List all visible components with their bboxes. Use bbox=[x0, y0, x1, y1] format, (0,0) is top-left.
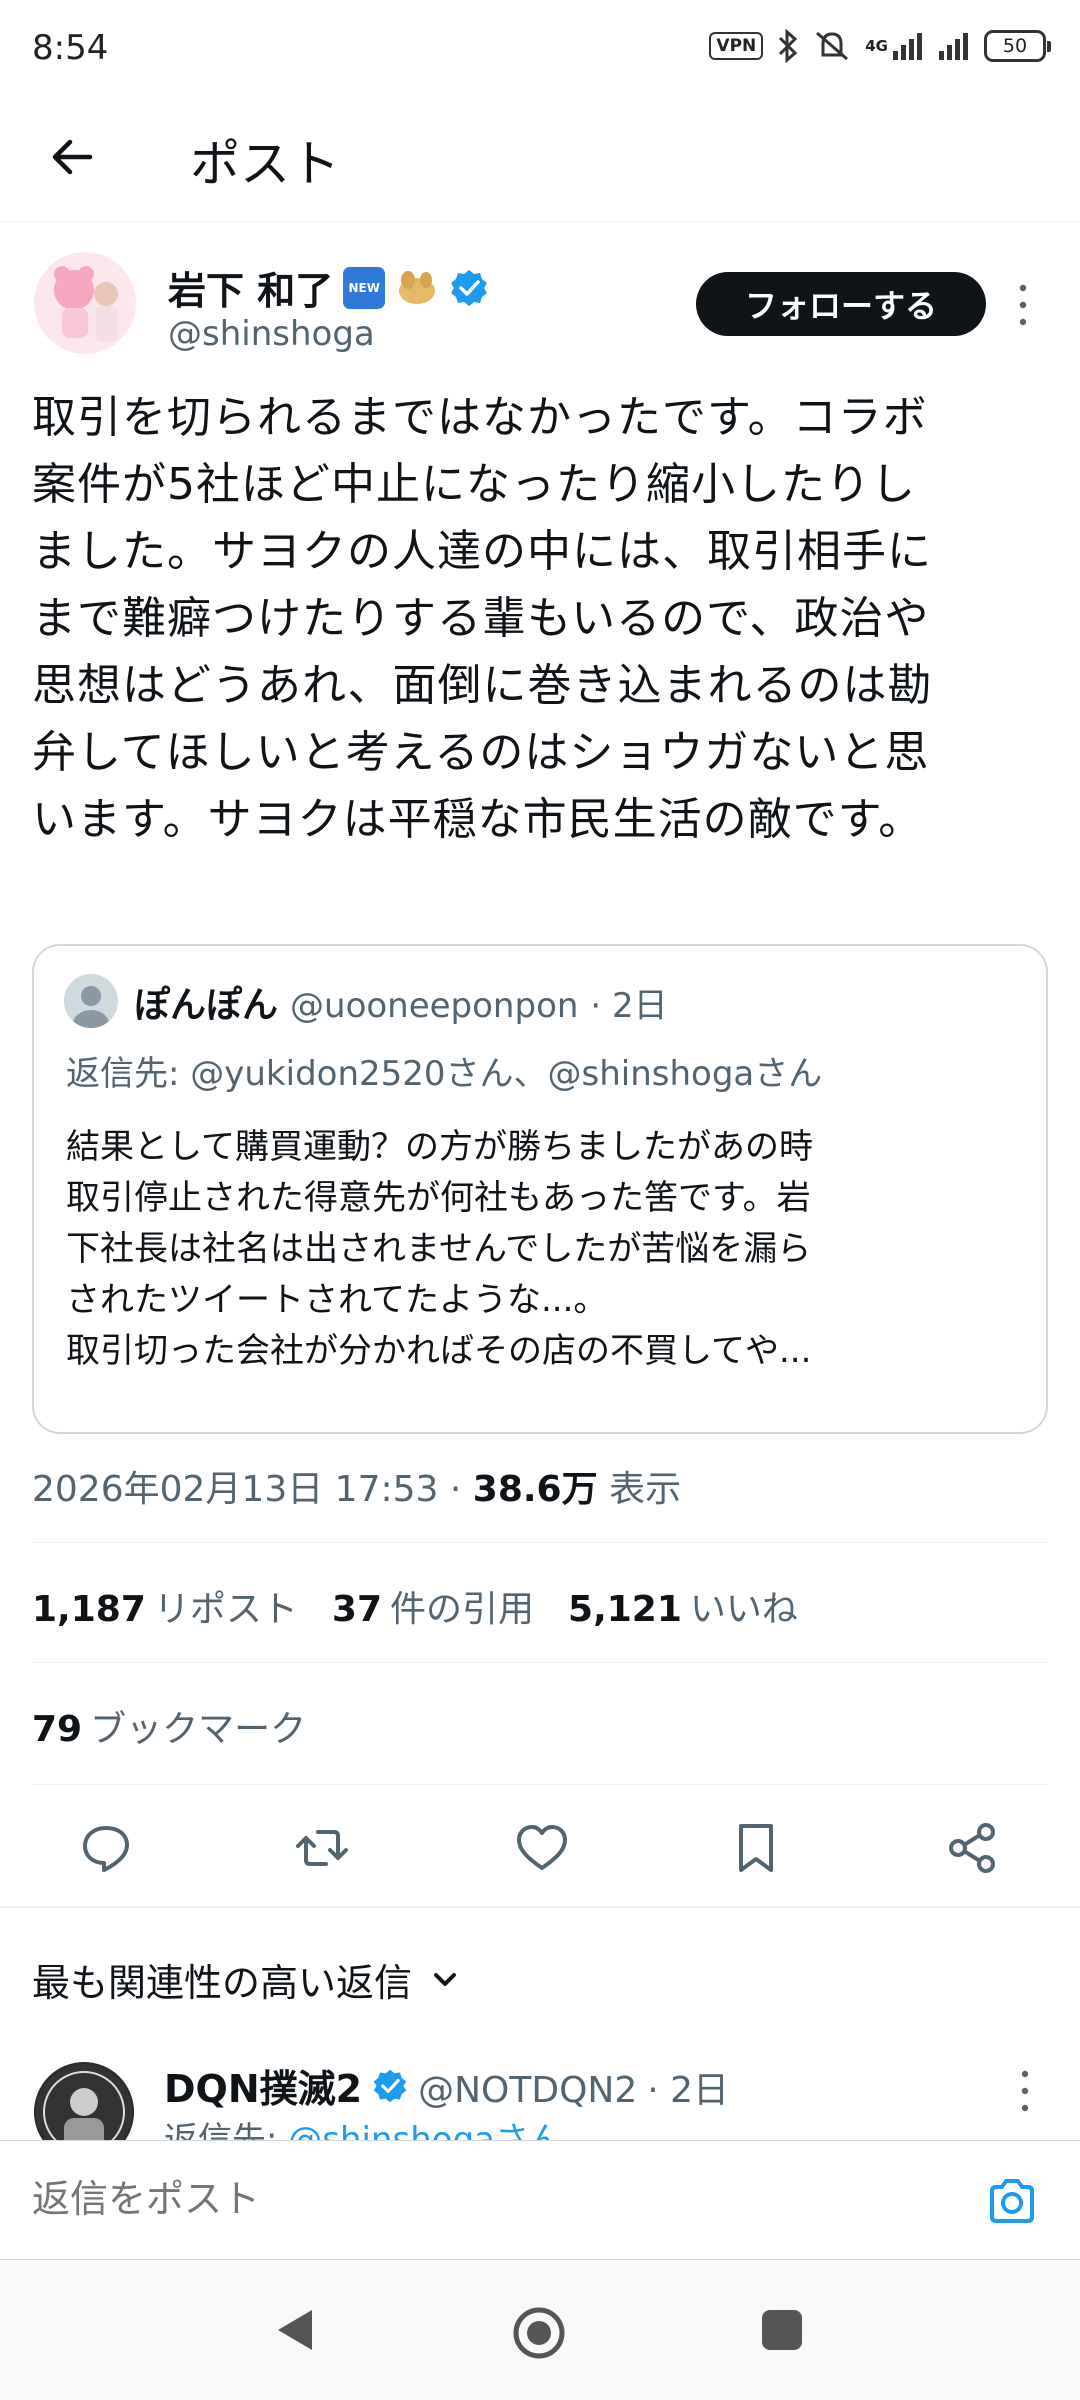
reply-sort-label: 最も関連性の高い返信 bbox=[32, 1961, 413, 2005]
reposts-label: リポスト bbox=[153, 1589, 298, 1630]
post-timestamp: 2026年02月13日 17:53 bbox=[32, 1469, 439, 1510]
bookmarks-label: ブックマーク bbox=[90, 1709, 307, 1750]
nav-home-icon[interactable] bbox=[512, 2306, 566, 2360]
nav-back-icon[interactable] bbox=[272, 2306, 316, 2354]
page-title: ポスト bbox=[190, 135, 340, 193]
likes-count: 5,121 bbox=[568, 1589, 682, 1630]
reply-input[interactable] bbox=[32, 2177, 932, 2221]
reply-author-name[interactable]: DQN撲滅2 bbox=[164, 2058, 362, 2113]
views-count: 38.6万 bbox=[472, 1469, 598, 1510]
engagement-stats: 1,187 リポスト 37 件の引用 5,121 いいね bbox=[32, 1580, 798, 1632]
network-label: 4G bbox=[865, 37, 888, 55]
quote-avatar bbox=[64, 974, 118, 1028]
author-handle[interactable]: @shinshoga bbox=[168, 314, 375, 354]
verified-icon bbox=[373, 2069, 407, 2102]
mute-icon bbox=[816, 31, 849, 61]
verified-icon bbox=[451, 269, 488, 306]
chevron-down-icon bbox=[434, 1972, 457, 1986]
quote-reply-to: 返信先: @yukidon2520さん、@shinshogaさん bbox=[66, 1054, 823, 1094]
reply-to-link[interactable]: @shinshogaさん bbox=[288, 2120, 563, 2140]
more-icon[interactable] bbox=[1016, 280, 1030, 330]
ginger-emoji-icon bbox=[399, 270, 436, 304]
reply-item[interactable]: DQN撲滅2 @NOTDQN2 · 2日 返信先: @shinshogaさん bbox=[0, 2040, 1080, 2140]
status-bar: 8:54 VPN 4G 50 bbox=[0, 0, 1080, 96]
reply-to-line: 返信先: @shinshogaさん bbox=[164, 2112, 563, 2140]
bluetooth-icon bbox=[779, 29, 798, 63]
divider bbox=[32, 1542, 1048, 1543]
author-name[interactable]: 岩下 和了 bbox=[168, 260, 333, 315]
reply-sort-selector[interactable]: 最も関連性の高い返信 bbox=[32, 1952, 462, 2007]
likes-stat[interactable]: 5,121 いいね bbox=[568, 1580, 798, 1632]
reposts-stat[interactable]: 1,187 リポスト bbox=[32, 1580, 298, 1632]
share-icon[interactable] bbox=[942, 1818, 1002, 1878]
avatar[interactable] bbox=[34, 252, 136, 354]
post-meta: 2026年02月13日 17:53 · 38.6万 表示 bbox=[32, 1460, 681, 1512]
status-time: 8:54 bbox=[32, 28, 109, 68]
vpn-icon: VPN bbox=[709, 32, 764, 60]
quotes-label: 件の引用 bbox=[390, 1589, 535, 1630]
system-nav-bar bbox=[0, 2262, 1080, 2400]
reply-time: · 2日 bbox=[647, 2070, 730, 2111]
reply-icon[interactable] bbox=[76, 1818, 136, 1878]
back-arrow-icon[interactable] bbox=[44, 129, 100, 185]
more-icon[interactable] bbox=[1018, 2066, 1032, 2116]
post-actions bbox=[0, 1808, 1080, 1888]
post-text: 取引を切られるまではなかったです。コラボ 案件が5社ほど中止になったり縮小したり… bbox=[32, 392, 933, 845]
bookmark-icon[interactable] bbox=[726, 1818, 786, 1878]
camera-icon[interactable] bbox=[984, 2173, 1040, 2229]
likes-label: いいね bbox=[689, 1589, 798, 1630]
battery-icon: 50 bbox=[984, 30, 1051, 62]
quoted-post[interactable]: ぽんぽん @uooneeponpon · 2日 返信先: @yukidon252… bbox=[32, 944, 1048, 1434]
follow-button[interactable]: フォローする bbox=[696, 272, 986, 336]
quote-time: · 2日 bbox=[590, 986, 668, 1026]
post-author: 岩下 和了 NEW @shinshoga フォローする bbox=[0, 240, 1080, 380]
quote-author-handle: @uooneeponpon bbox=[290, 986, 579, 1026]
reposts-count: 1,187 bbox=[32, 1589, 146, 1630]
reply-to-prefix: 返信先: bbox=[164, 2120, 289, 2140]
repost-icon[interactable] bbox=[292, 1818, 352, 1878]
meta-separator: · bbox=[449, 1469, 473, 1510]
status-icons: VPN 4G 50 bbox=[709, 26, 1051, 66]
reply-avatar[interactable] bbox=[34, 2062, 134, 2140]
like-icon[interactable] bbox=[512, 1818, 572, 1878]
reply-header: DQN撲滅2 @NOTDQN2 · 2日 bbox=[164, 2058, 729, 2113]
top-bar: ポスト bbox=[0, 96, 1080, 222]
divider bbox=[32, 1784, 1048, 1785]
bookmarks-count: 79 bbox=[32, 1709, 83, 1750]
divider bbox=[32, 1662, 1048, 1663]
nav-recents-icon[interactable] bbox=[762, 2310, 802, 2350]
views-label: 表示 bbox=[609, 1469, 682, 1510]
new-emoji-icon: NEW bbox=[343, 266, 386, 309]
section-divider bbox=[0, 1906, 1080, 1908]
quote-header: ぽんぽん @uooneeponpon · 2日 bbox=[134, 976, 668, 1028]
quotes-stat[interactable]: 37 件の引用 bbox=[332, 1580, 534, 1632]
author-name-row: 岩下 和了 NEW bbox=[168, 260, 489, 315]
signal-icon-2 bbox=[939, 33, 968, 60]
reply-author-handle[interactable]: @NOTDQN2 bbox=[418, 2070, 637, 2111]
quote-body: 結果として購買運動？の方が勝ちましたがあの時 取引停止された得意先が何社もあった… bbox=[66, 1127, 813, 1371]
bookmarks-stat: 79 ブックマーク bbox=[32, 1700, 306, 1752]
quotes-count: 37 bbox=[331, 1589, 382, 1630]
compose-bar bbox=[0, 2140, 1080, 2260]
signal-icon bbox=[893, 33, 922, 60]
quote-author-name: ぽんぽん bbox=[134, 985, 279, 1026]
